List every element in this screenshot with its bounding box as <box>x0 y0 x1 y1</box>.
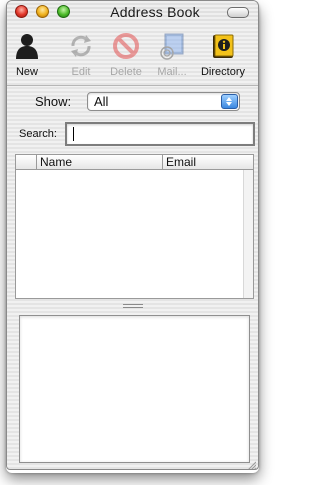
edit-label: Edit <box>71 66 91 78</box>
show-popup[interactable]: All <box>87 92 240 111</box>
address-book-window: Address Book New Edit Delete Mail... Dir… <box>6 0 259 470</box>
directory-label: Directory <box>200 66 245 78</box>
column-header-email[interactable]: Email <box>166 155 196 169</box>
popup-arrows-icon <box>221 94 238 109</box>
delete-circle-icon <box>112 32 140 60</box>
column-divider[interactable] <box>162 155 163 169</box>
mail-button[interactable]: Mail... <box>152 29 192 81</box>
toolbar: New Edit Delete Mail... Directory <box>7 29 258 81</box>
directory-button[interactable]: Directory <box>197 29 249 81</box>
contact-list[interactable] <box>15 170 254 299</box>
contact-detail-pane[interactable] <box>19 315 250 463</box>
title-bar[interactable]: Address Book <box>7 1 258 23</box>
toolbar-toggle-button[interactable] <box>227 7 249 18</box>
mail-stamp-icon <box>158 32 186 60</box>
close-button[interactable] <box>15 5 28 18</box>
edit-button[interactable]: Edit <box>63 29 99 81</box>
person-silhouette-icon <box>13 32 41 60</box>
new-label: New <box>15 66 38 78</box>
show-label: Show: <box>35 94 72 109</box>
list-scrollbar[interactable] <box>243 170 253 298</box>
delete-button[interactable]: Delete <box>106 29 146 81</box>
resize-grip-icon[interactable] <box>246 457 257 469</box>
split-view-divider[interactable] <box>7 299 258 311</box>
search-input[interactable] <box>65 122 255 146</box>
toolbar-divider <box>7 85 258 86</box>
column-header-blank[interactable] <box>16 155 37 169</box>
show-popup-value: All <box>94 94 109 109</box>
list-header: Name Email <box>15 154 254 170</box>
window-title: Address Book <box>110 4 200 20</box>
mail-label: Mail... <box>157 66 187 78</box>
zoom-button[interactable] <box>57 5 70 18</box>
column-header-name[interactable]: Name <box>40 155 72 169</box>
delete-label: Delete <box>110 66 142 78</box>
splitter-grip-icon[interactable] <box>122 304 143 308</box>
directory-book-icon <box>209 32 237 60</box>
new-button[interactable]: New <box>9 29 45 81</box>
text-caret <box>73 127 74 141</box>
minimize-button[interactable] <box>36 5 49 18</box>
edit-arrows-icon <box>67 32 95 60</box>
search-label: Search: <box>19 128 57 140</box>
